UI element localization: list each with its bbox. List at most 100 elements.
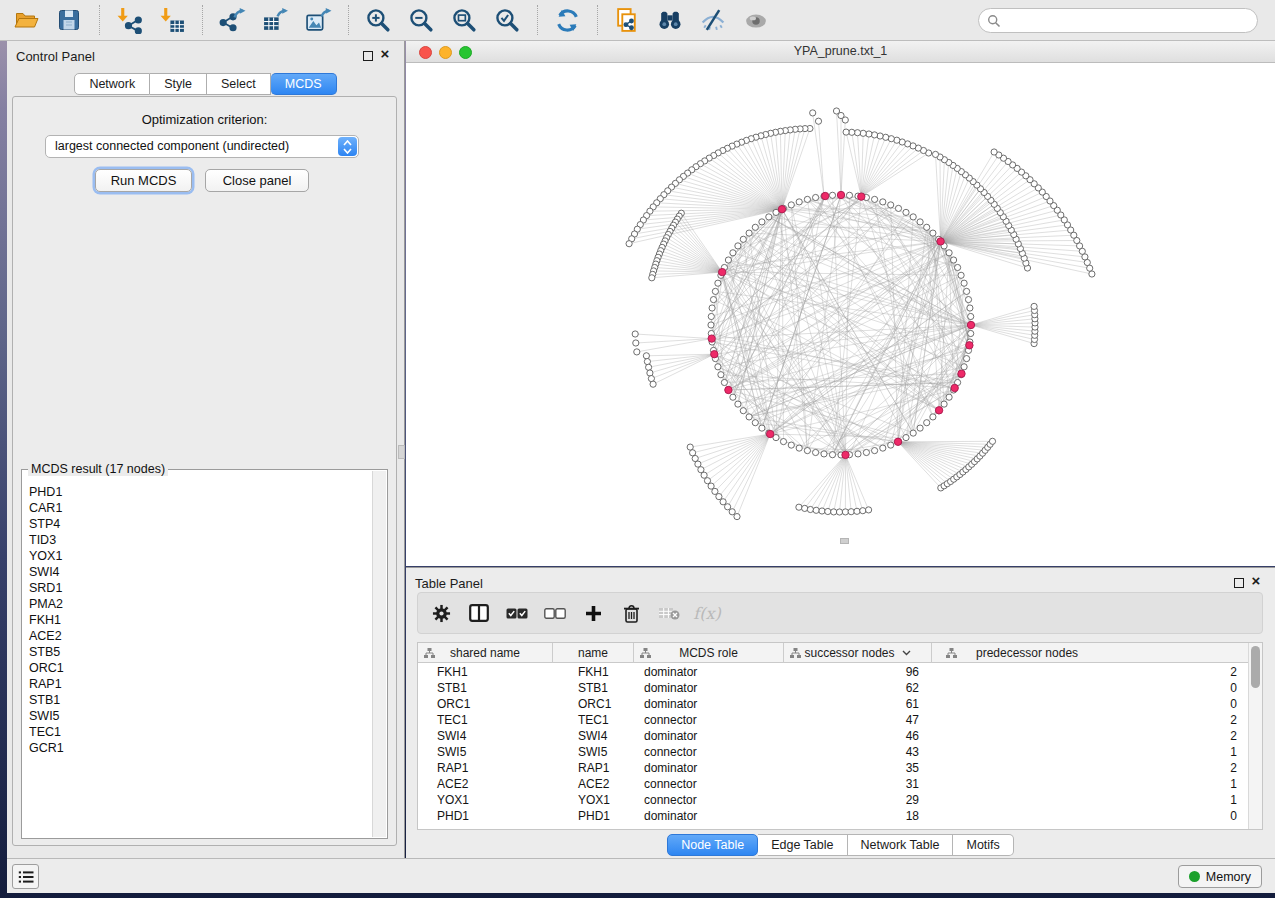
import-table-icon[interactable]	[155, 4, 189, 36]
search-input[interactable]	[978, 8, 1258, 33]
tab-select[interactable]: Select	[207, 73, 271, 95]
float-table-panel-icon[interactable]	[1234, 578, 1244, 588]
vertical-splitter-handle[interactable]	[398, 445, 405, 459]
table-cell: 62	[784, 680, 932, 696]
table-cell: STB1	[418, 680, 553, 696]
open-file-icon[interactable]	[9, 4, 43, 36]
table-cell: 31	[784, 776, 932, 792]
toolbar-separator	[99, 5, 100, 35]
function-builder-icon[interactable]: f(x)	[694, 600, 720, 626]
add-column-icon[interactable]	[580, 600, 606, 626]
table-cell: 47	[784, 712, 932, 728]
show-eye-icon[interactable]	[739, 4, 773, 36]
close-table-panel-icon[interactable]: ×	[1249, 572, 1263, 590]
mcds-result-item[interactable]: YOX1	[23, 548, 372, 564]
table-row[interactable]: SWI4SWI4dominator462	[418, 728, 1249, 744]
mcds-result-item[interactable]: PMA2	[23, 596, 372, 612]
table-settings-gear-icon[interactable]	[428, 600, 454, 626]
delete-column-icon[interactable]	[618, 600, 644, 626]
mcds-result-item[interactable]: SWI4	[23, 564, 372, 580]
mcds-list-scrollbar[interactable]	[372, 471, 386, 837]
mcds-result-item[interactable]: TID3	[23, 532, 372, 548]
close-panel-button[interactable]: Close panel	[205, 169, 309, 192]
table-cell: YOX1	[418, 792, 553, 808]
network-canvas[interactable]	[406, 63, 1275, 566]
mcds-result-item[interactable]: CAR1	[23, 500, 372, 516]
mcds-result-item[interactable]: GCR1	[23, 740, 372, 756]
select-all-icon[interactable]	[504, 600, 530, 626]
table-row[interactable]: TEC1TEC1connector472	[418, 712, 1249, 728]
mcds-result-item[interactable]: ACE2	[23, 628, 372, 644]
table-row[interactable]: STB1STB1dominator620	[418, 680, 1249, 696]
tab-style[interactable]: Style	[150, 73, 207, 95]
table-cell: 1	[932, 744, 1249, 760]
tab-mcds[interactable]: MCDS	[271, 73, 337, 95]
zoom-in-icon[interactable]	[361, 4, 395, 36]
import-network-icon[interactable]	[112, 4, 146, 36]
tab-motifs[interactable]: Motifs	[953, 834, 1013, 856]
column-header-name[interactable]: name	[553, 643, 634, 663]
column-header-MCDS-role[interactable]: MCDS role	[634, 643, 784, 663]
export-image-icon[interactable]	[301, 4, 335, 36]
table-row[interactable]: ORC1ORC1dominator610	[418, 696, 1249, 712]
mcds-result-item[interactable]: RAP1	[23, 676, 372, 692]
mcds-result-item[interactable]: SWI5	[23, 708, 372, 724]
column-header-successor-nodes[interactable]: successor nodes	[784, 643, 932, 663]
mcds-result-item[interactable]: PHD1	[23, 484, 372, 500]
show-columns-icon[interactable]	[466, 600, 492, 626]
mcds-result-item[interactable]: STB5	[23, 644, 372, 660]
table-row[interactable]: RAP1RAP1dominator352	[418, 760, 1249, 776]
table-cell: 61	[784, 696, 932, 712]
deselect-all-icon[interactable]	[542, 600, 568, 626]
table-cell: SWI4	[553, 728, 634, 744]
column-header-predecessor-nodes[interactable]: predecessor nodes	[932, 643, 1249, 663]
delete-table-icon[interactable]	[656, 600, 682, 626]
tab-node-table[interactable]: Node Table	[667, 834, 758, 856]
mcds-result-item[interactable]: STB1	[23, 692, 372, 708]
save-session-icon[interactable]	[52, 4, 86, 36]
run-mcds-button[interactable]: Run MCDS	[95, 169, 192, 192]
mcds-result-item[interactable]: STP4	[23, 516, 372, 532]
table-cell: SWI5	[418, 744, 553, 760]
memory-status-icon	[1189, 871, 1200, 882]
table-scrollbar[interactable]	[1248, 643, 1262, 829]
table-row[interactable]: ACE2ACE2connector311	[418, 776, 1249, 792]
search-icon	[987, 14, 1001, 28]
mcds-result-item[interactable]: SRD1	[23, 580, 372, 596]
export-table-icon[interactable]	[258, 4, 292, 36]
table-row[interactable]: SWI5SWI5connector431	[418, 744, 1249, 760]
tab-edge-table[interactable]: Edge Table	[758, 834, 847, 856]
table-cell: STB1	[553, 680, 634, 696]
memory-button[interactable]: Memory	[1178, 865, 1262, 888]
table-row[interactable]: FKH1FKH1dominator962	[418, 664, 1249, 680]
float-panel-icon[interactable]	[363, 51, 373, 61]
close-panel-icon[interactable]: ×	[378, 45, 392, 63]
mcds-result-item[interactable]: FKH1	[23, 612, 372, 628]
table-row[interactable]: YOX1YOX1connector291	[418, 792, 1249, 808]
tab-network[interactable]: Network	[74, 73, 150, 95]
table-cell: FKH1	[553, 664, 634, 680]
task-history-icon[interactable]	[12, 864, 39, 889]
table-row[interactable]: PHD1PHD1dominator180	[418, 808, 1249, 824]
table-cell: 2	[932, 760, 1249, 776]
splitter-handle[interactable]	[840, 538, 849, 544]
clone-network-icon[interactable]	[610, 4, 644, 36]
hide-eye-icon[interactable]	[696, 4, 730, 36]
column-header-shared-name[interactable]: shared name	[418, 643, 553, 663]
binoculars-icon[interactable]	[653, 4, 687, 36]
zoom-out-icon[interactable]	[404, 4, 438, 36]
table-cell: dominator	[634, 664, 784, 680]
table-cell: 18	[784, 808, 932, 824]
criterion-dropdown[interactable]: largest connected component (undirected)	[45, 135, 359, 158]
mcds-result-item[interactable]: ORC1	[23, 660, 372, 676]
table-cell: RAP1	[418, 760, 553, 776]
control-panel-tabs: NetworkStyleSelectMCDS	[7, 73, 404, 95]
mcds-result-list: PHD1CAR1STP4TID3YOX1SWI4SRD1PMA2FKH1ACE2…	[23, 484, 372, 837]
zoom-fit-icon[interactable]	[447, 4, 481, 36]
zoom-selected-icon[interactable]	[490, 4, 524, 36]
refresh-icon[interactable]	[550, 4, 584, 36]
mcds-result-item[interactable]: TEC1	[23, 724, 372, 740]
export-network-icon[interactable]	[215, 4, 249, 36]
table-cell: PHD1	[418, 808, 553, 824]
tab-network-table[interactable]: Network Table	[848, 834, 954, 856]
